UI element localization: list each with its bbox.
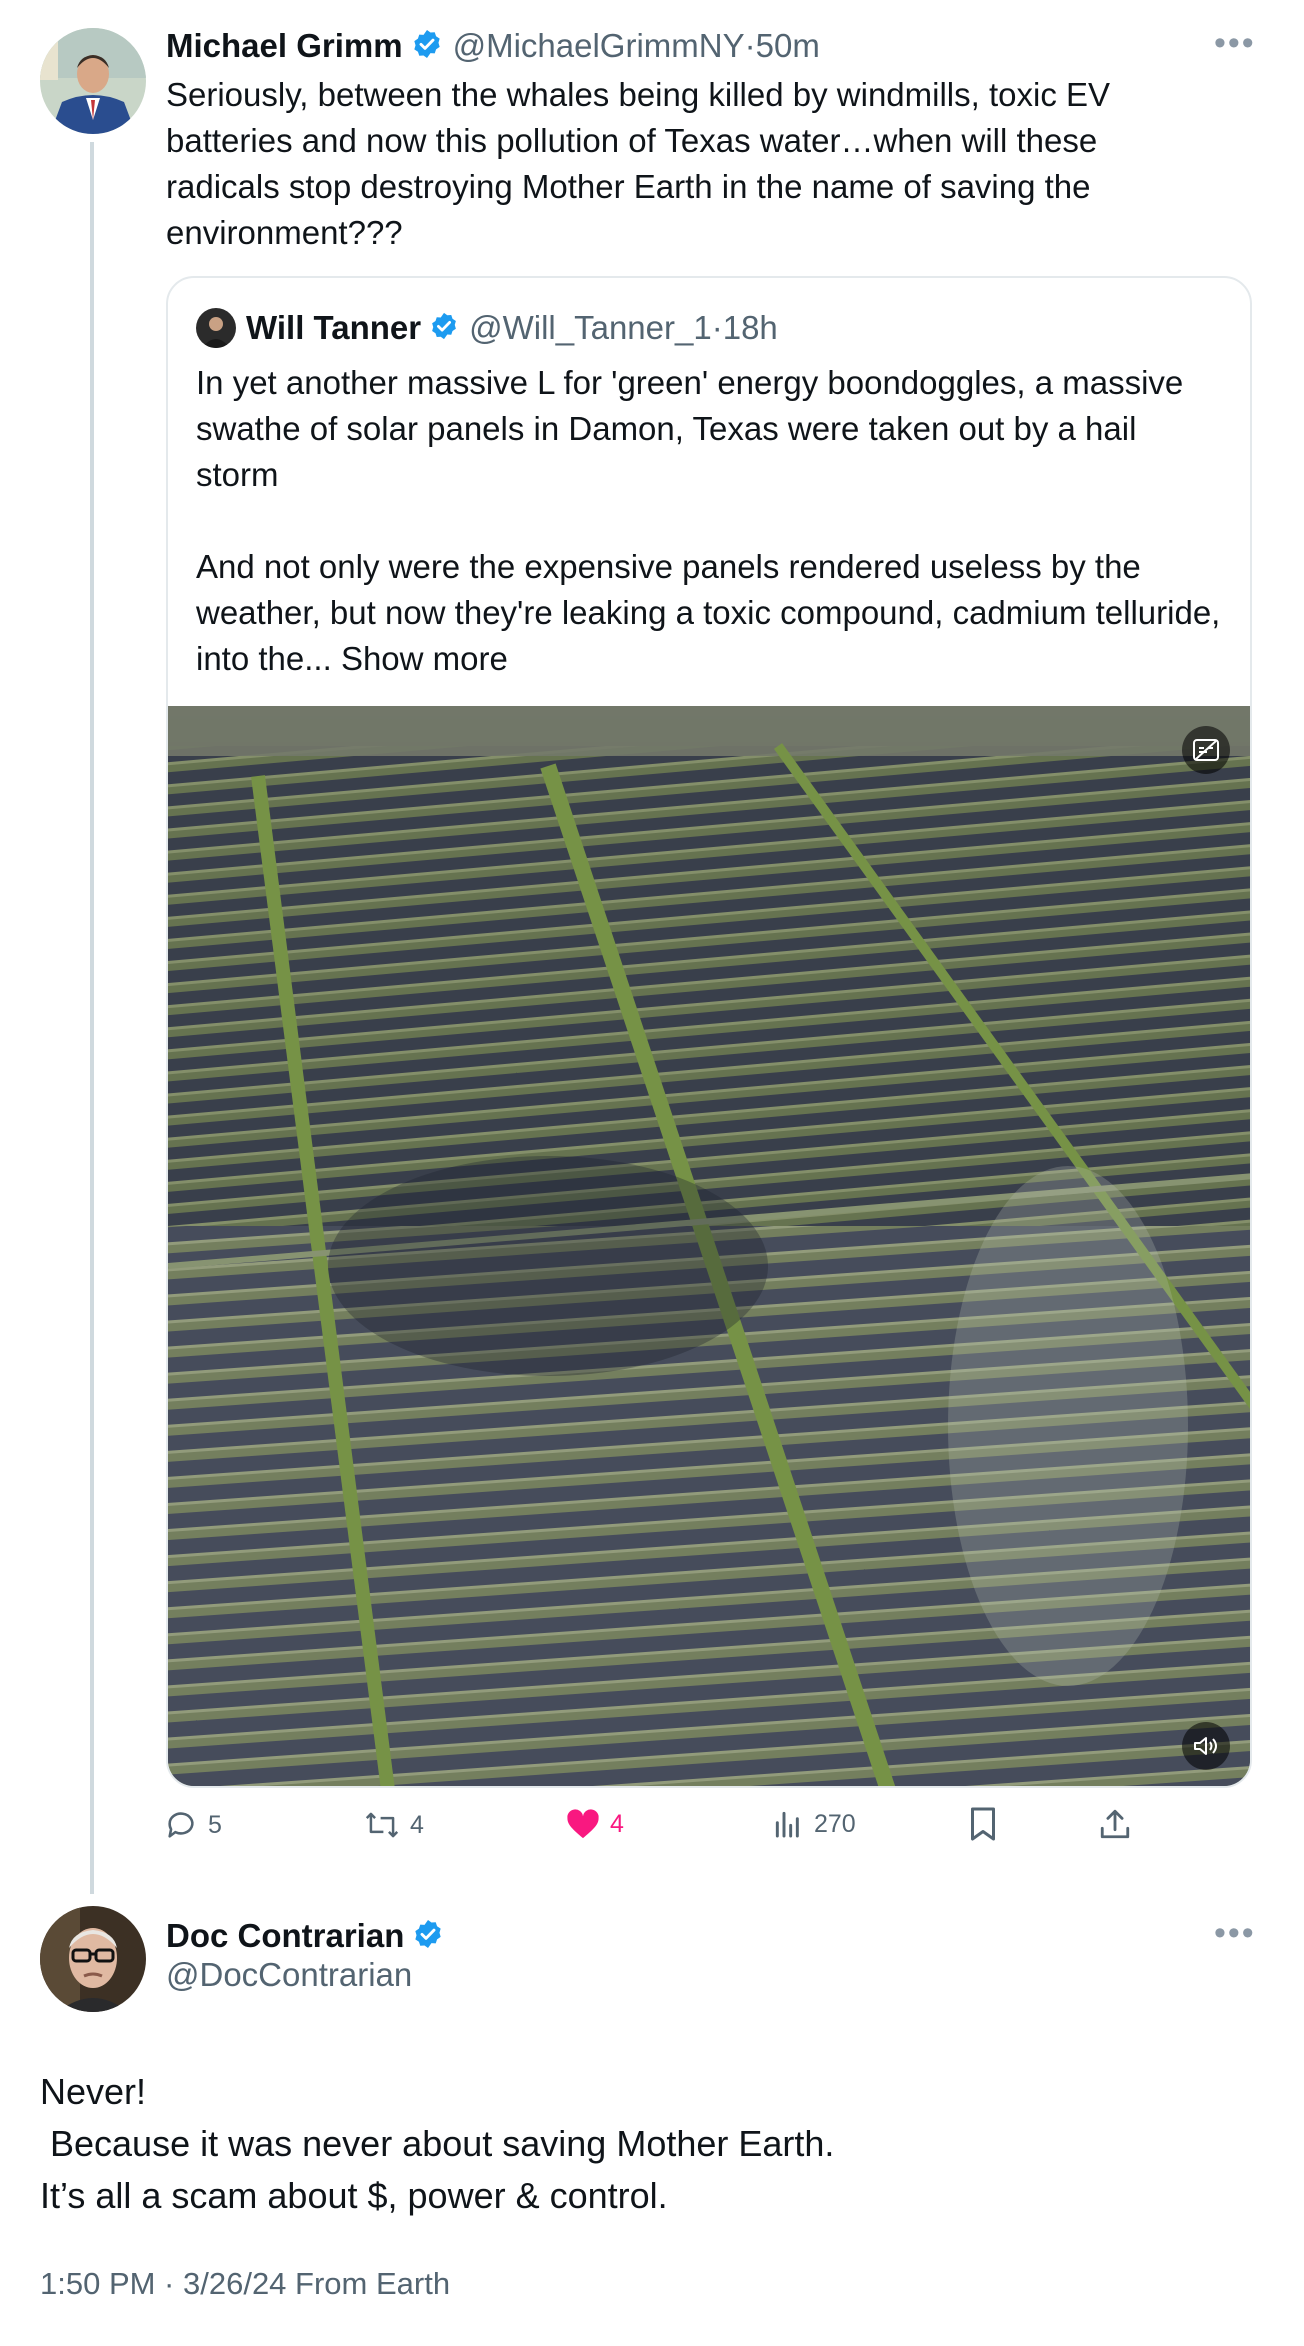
share-icon xyxy=(1100,1809,1130,1839)
avatar-michael-grimm[interactable] xyxy=(40,28,146,134)
like-button[interactable]: 4 xyxy=(566,1808,624,1840)
quoted-author-name[interactable]: Will Tanner xyxy=(246,309,421,347)
reply-count: 5 xyxy=(208,1810,222,1839)
share-button[interactable] xyxy=(1098,1806,1142,1842)
main-tweet-header: Michael Grimm @MichaelGrimmNY · 50m xyxy=(166,22,820,70)
like-count: 4 xyxy=(610,1809,624,1838)
quoted-tweet-card[interactable]: Will Tanner @Will_Tanner_1 · 18h In yet … xyxy=(166,276,1252,1788)
reply-tweet-header: Doc Contrarian xyxy=(166,1912,444,1960)
captions-icon[interactable] xyxy=(1182,726,1230,774)
heart-filled-icon xyxy=(567,1809,599,1839)
reply-author-handle[interactable]: @DocContrarian xyxy=(166,1956,412,1994)
reply-author-name[interactable]: Doc Contrarian xyxy=(166,1917,404,1955)
quoted-tweet-paragraph-1: In yet another massive L for 'green' ene… xyxy=(196,364,1184,493)
show-more-link[interactable]: Show more xyxy=(341,640,508,677)
reply-timestamp[interactable]: 1:50 PM · 3/26/24 From Earth xyxy=(40,2266,450,2302)
author-handle[interactable]: @MichaelGrimmNY xyxy=(453,27,745,65)
quoted-tweet-time: 18h xyxy=(722,309,778,346)
avatar-will-tanner[interactable] xyxy=(196,308,236,348)
volume-icon[interactable] xyxy=(1182,1722,1230,1770)
repost-icon xyxy=(365,1812,399,1838)
separator-dot: · xyxy=(711,309,723,346)
more-options-icon[interactable]: ••• xyxy=(1214,1914,1256,1953)
author-name[interactable]: Michael Grimm xyxy=(166,27,403,65)
repost-button[interactable]: 4 xyxy=(364,1808,424,1842)
reply-icon xyxy=(168,1812,194,1838)
verified-badge-icon xyxy=(412,1918,444,1955)
reply-button[interactable]: 5 xyxy=(164,1808,222,1842)
reply-tweet-text: Never! Because it was never about saving… xyxy=(40,2071,835,2216)
quoted-tweet-header: Will Tanner @Will_Tanner_1 · 18h xyxy=(196,306,778,350)
verified-badge-icon xyxy=(411,28,443,65)
views-chart-icon xyxy=(775,1811,799,1838)
views-button[interactable]: 270 xyxy=(772,1808,856,1840)
avatar-doc-contrarian[interactable] xyxy=(40,1906,146,2012)
quoted-author-handle[interactable]: @Will_Tanner_1 xyxy=(469,309,712,347)
main-tweet-text: Seriously, between the whales being kill… xyxy=(166,76,1111,251)
solar-farm-video[interactable] xyxy=(168,706,1250,1786)
more-options-icon[interactable]: ••• xyxy=(1214,24,1256,63)
quoted-tweet-paragraph-2: And not only were the expensive panels r… xyxy=(196,544,1226,682)
bookmark-button[interactable] xyxy=(968,1806,1008,1842)
bookmark-icon xyxy=(971,1807,995,1841)
separator-dot: · xyxy=(744,27,756,64)
repost-count: 4 xyxy=(410,1810,424,1839)
tweet-time[interactable]: 50m xyxy=(756,27,820,65)
views-count: 270 xyxy=(814,1809,856,1838)
thread-line xyxy=(90,142,94,1894)
verified-badge-icon xyxy=(429,311,459,346)
